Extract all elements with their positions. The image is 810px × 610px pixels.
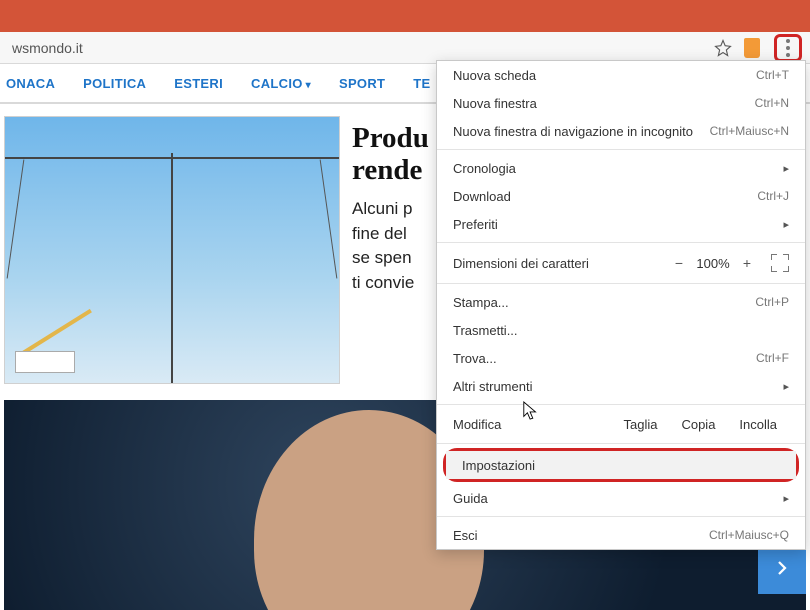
zoom-in-button[interactable]: +	[735, 255, 759, 271]
chevron-right-icon	[773, 559, 791, 577]
edit-cut-button[interactable]: Taglia	[611, 417, 669, 432]
menu-separator	[437, 443, 805, 444]
edit-paste-button[interactable]: Incolla	[727, 417, 789, 432]
menu-exit[interactable]: Esci Ctrl+Maiusc+Q	[437, 521, 805, 549]
menu-edit-row: Modifica Taglia Copia Incolla	[437, 409, 805, 439]
nav-item-te[interactable]: TE	[413, 76, 430, 91]
menu-help[interactable]: Guida ▸	[437, 484, 805, 512]
menu-print[interactable]: Stampa... Ctrl+P	[437, 288, 805, 316]
nav-item-politica[interactable]: POLITICA	[83, 76, 146, 91]
menu-downloads[interactable]: Download Ctrl+J	[437, 182, 805, 210]
zoom-value: 100%	[691, 256, 735, 271]
chevron-right-icon: ▸	[775, 380, 789, 393]
article-preview: Produ rende Alcuni p fine del se spen ti…	[352, 116, 429, 384]
article-image-pylon[interactable]	[4, 116, 340, 384]
nav-item-sport[interactable]: SPORT	[339, 76, 385, 91]
menu-bookmarks[interactable]: Preferiti ▸	[437, 210, 805, 238]
nav-item-esteri[interactable]: ESTERI	[174, 76, 223, 91]
menu-separator	[437, 404, 805, 405]
chevron-right-icon: ▸	[775, 492, 789, 505]
menu-separator	[437, 242, 805, 243]
chevron-down-icon: ▾	[306, 80, 311, 91]
menu-separator	[437, 283, 805, 284]
nav-item-calcio[interactable]: CALCIO▾	[251, 76, 311, 91]
kebab-menu-icon[interactable]	[786, 39, 790, 57]
menu-new-tab[interactable]: Nuova scheda Ctrl+T	[437, 61, 805, 89]
fullscreen-icon[interactable]	[771, 254, 789, 272]
article-title[interactable]: Produ rende	[352, 122, 429, 187]
menu-separator	[437, 149, 805, 150]
menu-incognito[interactable]: Nuova finestra di navigazione in incogni…	[437, 117, 805, 145]
menu-more-tools[interactable]: Altri strumenti ▸	[437, 372, 805, 400]
menu-find[interactable]: Trova... Ctrl+F	[437, 344, 805, 372]
menu-separator	[437, 516, 805, 517]
edit-copy-button[interactable]: Copia	[669, 417, 727, 432]
menu-zoom: Dimensioni dei caratteri − 100% +	[437, 247, 805, 279]
menu-new-window[interactable]: Nuova finestra Ctrl+N	[437, 89, 805, 117]
url-text[interactable]: wsmondo.it	[6, 40, 714, 56]
menu-history[interactable]: Cronologia ▸	[437, 154, 805, 182]
zoom-out-button[interactable]: −	[667, 255, 691, 271]
menu-settings[interactable]: Impostazioni	[446, 451, 796, 479]
shortcut-text: Ctrl+T	[756, 68, 789, 82]
menu-cast[interactable]: Trasmetti...	[437, 316, 805, 344]
window-titlebar	[0, 0, 810, 32]
extension-icon[interactable]	[744, 38, 760, 58]
nav-item-onaca[interactable]: ONACA	[6, 76, 55, 91]
bookmark-star-icon[interactable]	[714, 39, 732, 57]
menu-button-highlight	[774, 34, 802, 62]
article-body: Alcuni p fine del se spen ti convie	[352, 197, 422, 296]
chevron-right-icon: ▸	[775, 218, 789, 231]
chevron-right-icon: ▸	[775, 162, 789, 175]
browser-menu: Nuova scheda Ctrl+T Nuova finestra Ctrl+…	[436, 60, 806, 550]
menu-settings-highlight: Impostazioni	[443, 448, 799, 482]
